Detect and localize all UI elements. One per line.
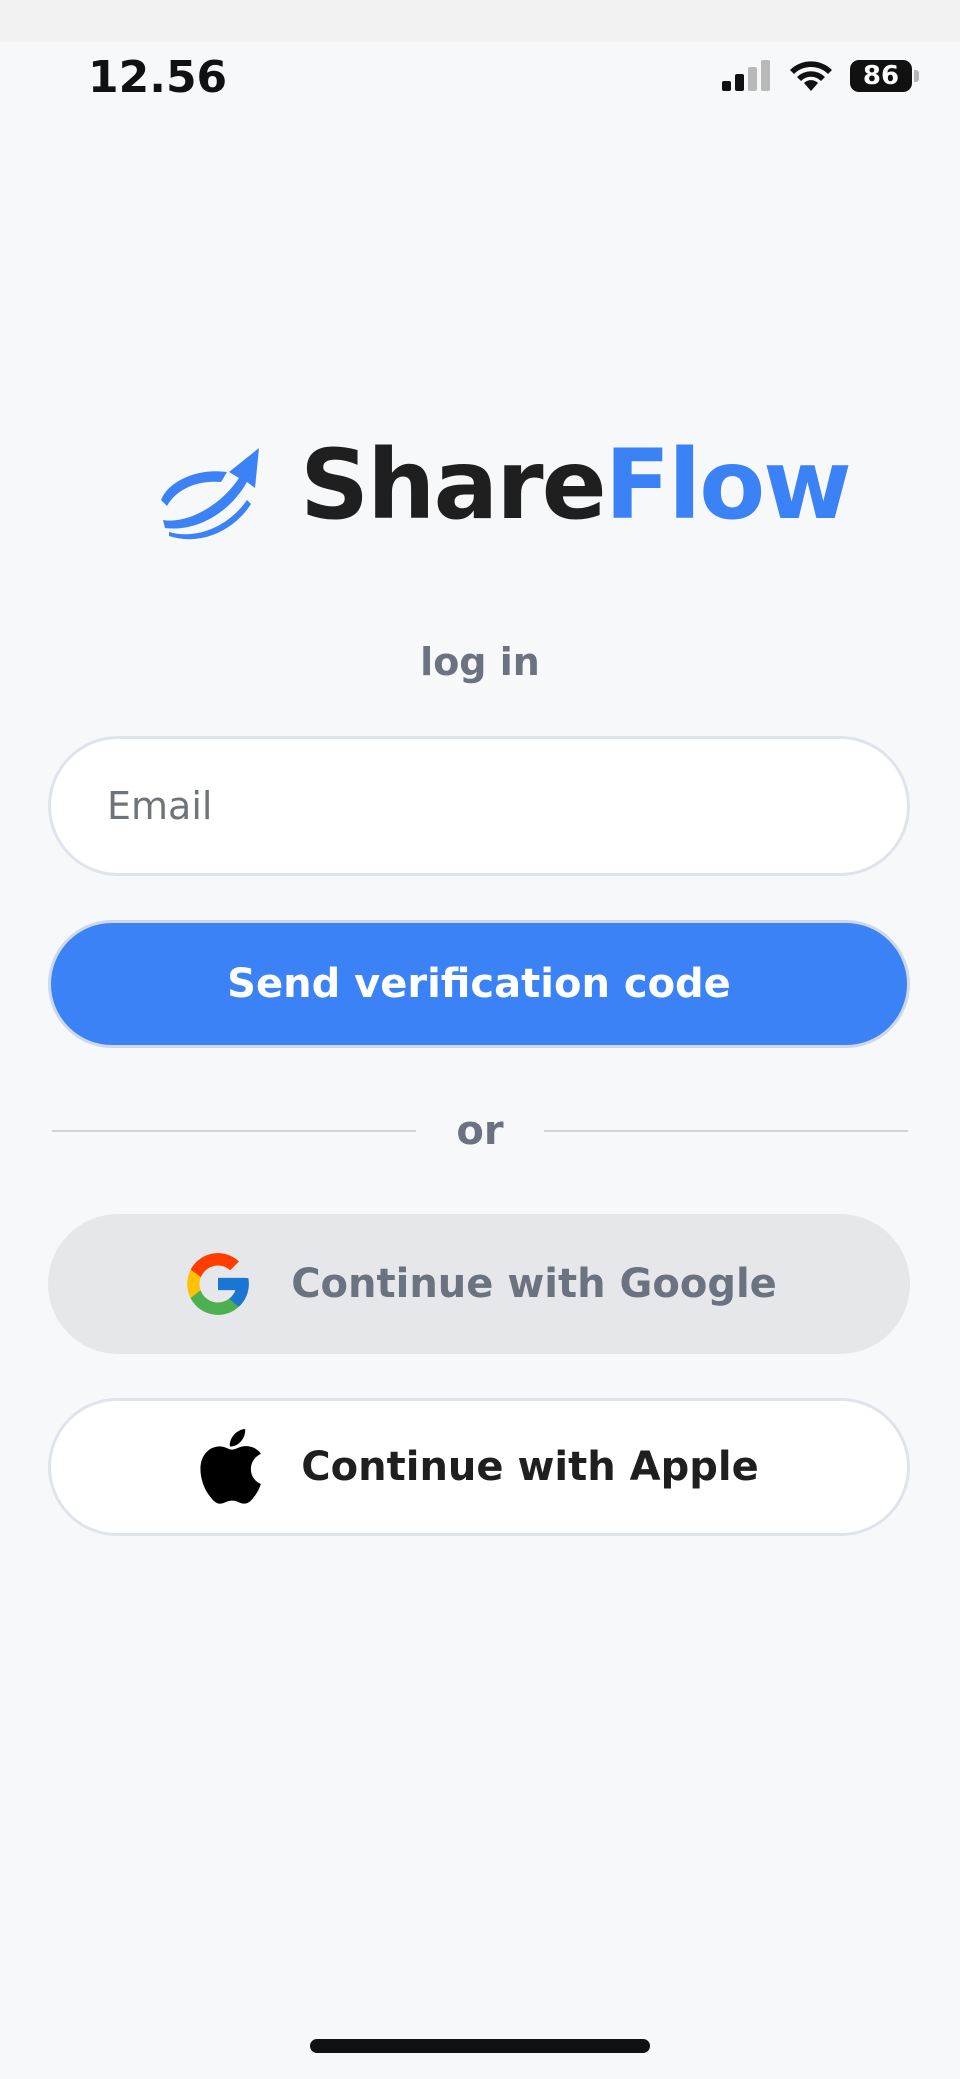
- continue-with-google-button[interactable]: Continue with Google: [48, 1214, 910, 1354]
- battery-level: 86: [862, 61, 900, 91]
- google-icon: [187, 1253, 250, 1315]
- app-name-share: Share: [300, 429, 607, 541]
- send-verification-code-button[interactable]: Send verification code: [48, 920, 910, 1048]
- apple-icon: [200, 1429, 262, 1504]
- signal-icon: [722, 60, 770, 91]
- battery-icon: 86: [850, 60, 919, 92]
- status-icons: 86: [720, 56, 919, 96]
- continue-with-apple-label: Continue with Apple: [301, 1444, 759, 1490]
- login-heading: log in: [420, 640, 540, 684]
- app-logo: ShareFlow: [155, 420, 852, 550]
- home-indicator[interactable]: [310, 2039, 650, 2053]
- status-time: 12.56: [88, 52, 228, 103]
- app-screen: [0, 42, 960, 2079]
- wifi-icon: [790, 61, 832, 91]
- divider-line-right: [544, 1130, 908, 1132]
- continue-with-google-label: Continue with Google: [291, 1261, 777, 1307]
- arrow-logo-icon: [161, 447, 259, 539]
- email-field[interactable]: [48, 736, 910, 876]
- app-name: ShareFlow: [300, 429, 852, 541]
- send-verification-code-label: Send verification code: [227, 961, 731, 1007]
- email-input[interactable]: [105, 783, 869, 829]
- app-name-flow: Flow: [604, 429, 852, 541]
- continue-with-apple-button[interactable]: Continue with Apple: [48, 1398, 910, 1536]
